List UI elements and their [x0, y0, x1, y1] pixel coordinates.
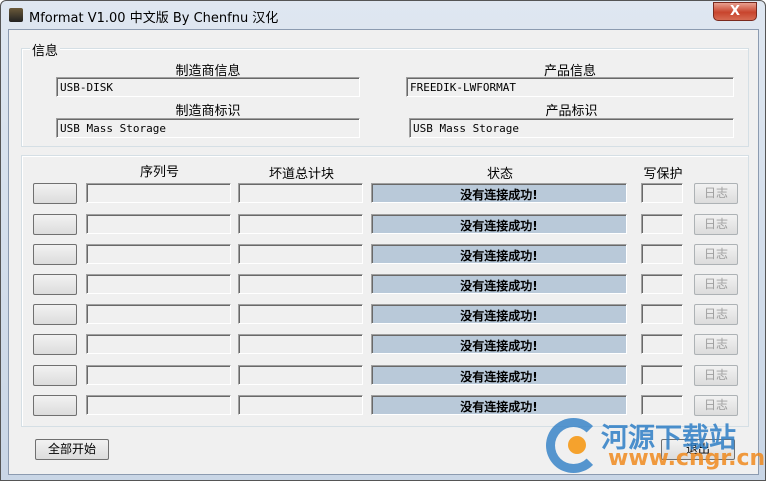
status-field: 没有连接成功! [371, 244, 627, 264]
device-select-button[interactable] [33, 244, 77, 265]
window-title: Mformat V1.00 中文版 By Chenfnu 汉化 [29, 11, 279, 26]
status-field: 没有连接成功! [371, 274, 627, 294]
device-select-button[interactable] [33, 334, 77, 355]
write-protect-field [641, 395, 683, 415]
header-write-protect: 写保护 [643, 167, 683, 182]
log-button[interactable]: 日志 [694, 214, 738, 235]
log-button[interactable]: 日志 [694, 334, 738, 355]
bad-blocks-field[interactable] [238, 334, 363, 354]
status-field: 没有连接成功! [371, 334, 627, 354]
write-protect-field [641, 304, 683, 324]
write-protect-field [641, 214, 683, 234]
bad-blocks-field[interactable] [238, 274, 363, 294]
log-button[interactable]: 日志 [694, 395, 738, 416]
device-select-button[interactable] [33, 304, 77, 325]
log-button[interactable]: 日志 [694, 365, 738, 386]
status-field: 没有连接成功! [371, 183, 627, 203]
write-protect-field [641, 183, 683, 203]
vendor-id-field[interactable]: USB Mass Storage [56, 118, 360, 138]
bad-blocks-field[interactable] [238, 183, 363, 203]
device-select-button[interactable] [33, 183, 77, 204]
device-select-button[interactable] [33, 365, 77, 386]
log-button[interactable]: 日志 [694, 183, 738, 204]
app-window: Mformat V1.00 中文版 By Chenfnu 汉化 X 信息 制造商… [0, 0, 766, 481]
serial-field[interactable] [86, 395, 231, 415]
write-protect-field [641, 244, 683, 264]
header-bad-blocks: 坏道总计块 [268, 167, 334, 182]
info-group-label: 信息 [30, 40, 61, 59]
vendor-field[interactable]: USB-DISK [56, 77, 360, 97]
write-protect-field [641, 365, 683, 385]
status-field: 没有连接成功! [371, 304, 627, 324]
vendor-id-label: 制造商标识 [175, 104, 241, 119]
start-all-button[interactable]: 全部开始 [35, 439, 109, 460]
bad-blocks-field[interactable] [238, 304, 363, 324]
serial-field[interactable] [86, 244, 231, 264]
header-serial: 序列号 [139, 165, 179, 180]
app-icon [9, 8, 23, 22]
serial-field[interactable] [86, 274, 231, 294]
log-button[interactable]: 日志 [694, 244, 738, 265]
serial-field[interactable] [86, 334, 231, 354]
info-group: 信息 制造商信息 USB-DISK 产品信息 FREEDIK-LWFORMAT … [21, 40, 749, 147]
bad-blocks-field[interactable] [238, 244, 363, 264]
close-button[interactable]: X [713, 2, 757, 21]
write-protect-field [641, 334, 683, 354]
log-button[interactable]: 日志 [694, 274, 738, 295]
bad-blocks-field[interactable] [238, 395, 363, 415]
bad-blocks-field[interactable] [238, 214, 363, 234]
device-select-button[interactable] [33, 214, 77, 235]
serial-field[interactable] [86, 304, 231, 324]
status-field: 没有连接成功! [371, 395, 627, 415]
product-id-label: 产品标识 [545, 104, 598, 119]
device-select-button[interactable] [33, 395, 77, 416]
devices-group: 序列号 坏道总计块 状态 写保护 没有连接成功! 日志 没有连接成功! 日志 没有连接成… [21, 155, 749, 427]
header-status: 状态 [486, 167, 513, 182]
bad-blocks-field[interactable] [238, 365, 363, 385]
status-field: 没有连接成功! [371, 365, 627, 385]
log-button[interactable]: 日志 [694, 304, 738, 325]
device-select-button[interactable] [33, 274, 77, 295]
serial-field[interactable] [86, 183, 231, 203]
client-area: 信息 制造商信息 USB-DISK 产品信息 FREEDIK-LWFORMAT … [8, 29, 759, 475]
write-protect-field [641, 274, 683, 294]
serial-field[interactable] [86, 214, 231, 234]
product-id-field[interactable]: USB Mass Storage [409, 118, 734, 138]
serial-field[interactable] [86, 365, 231, 385]
product-field[interactable]: FREEDIK-LWFORMAT [406, 77, 734, 97]
exit-button[interactable]: 退出 [661, 439, 735, 460]
status-field: 没有连接成功! [371, 214, 627, 234]
